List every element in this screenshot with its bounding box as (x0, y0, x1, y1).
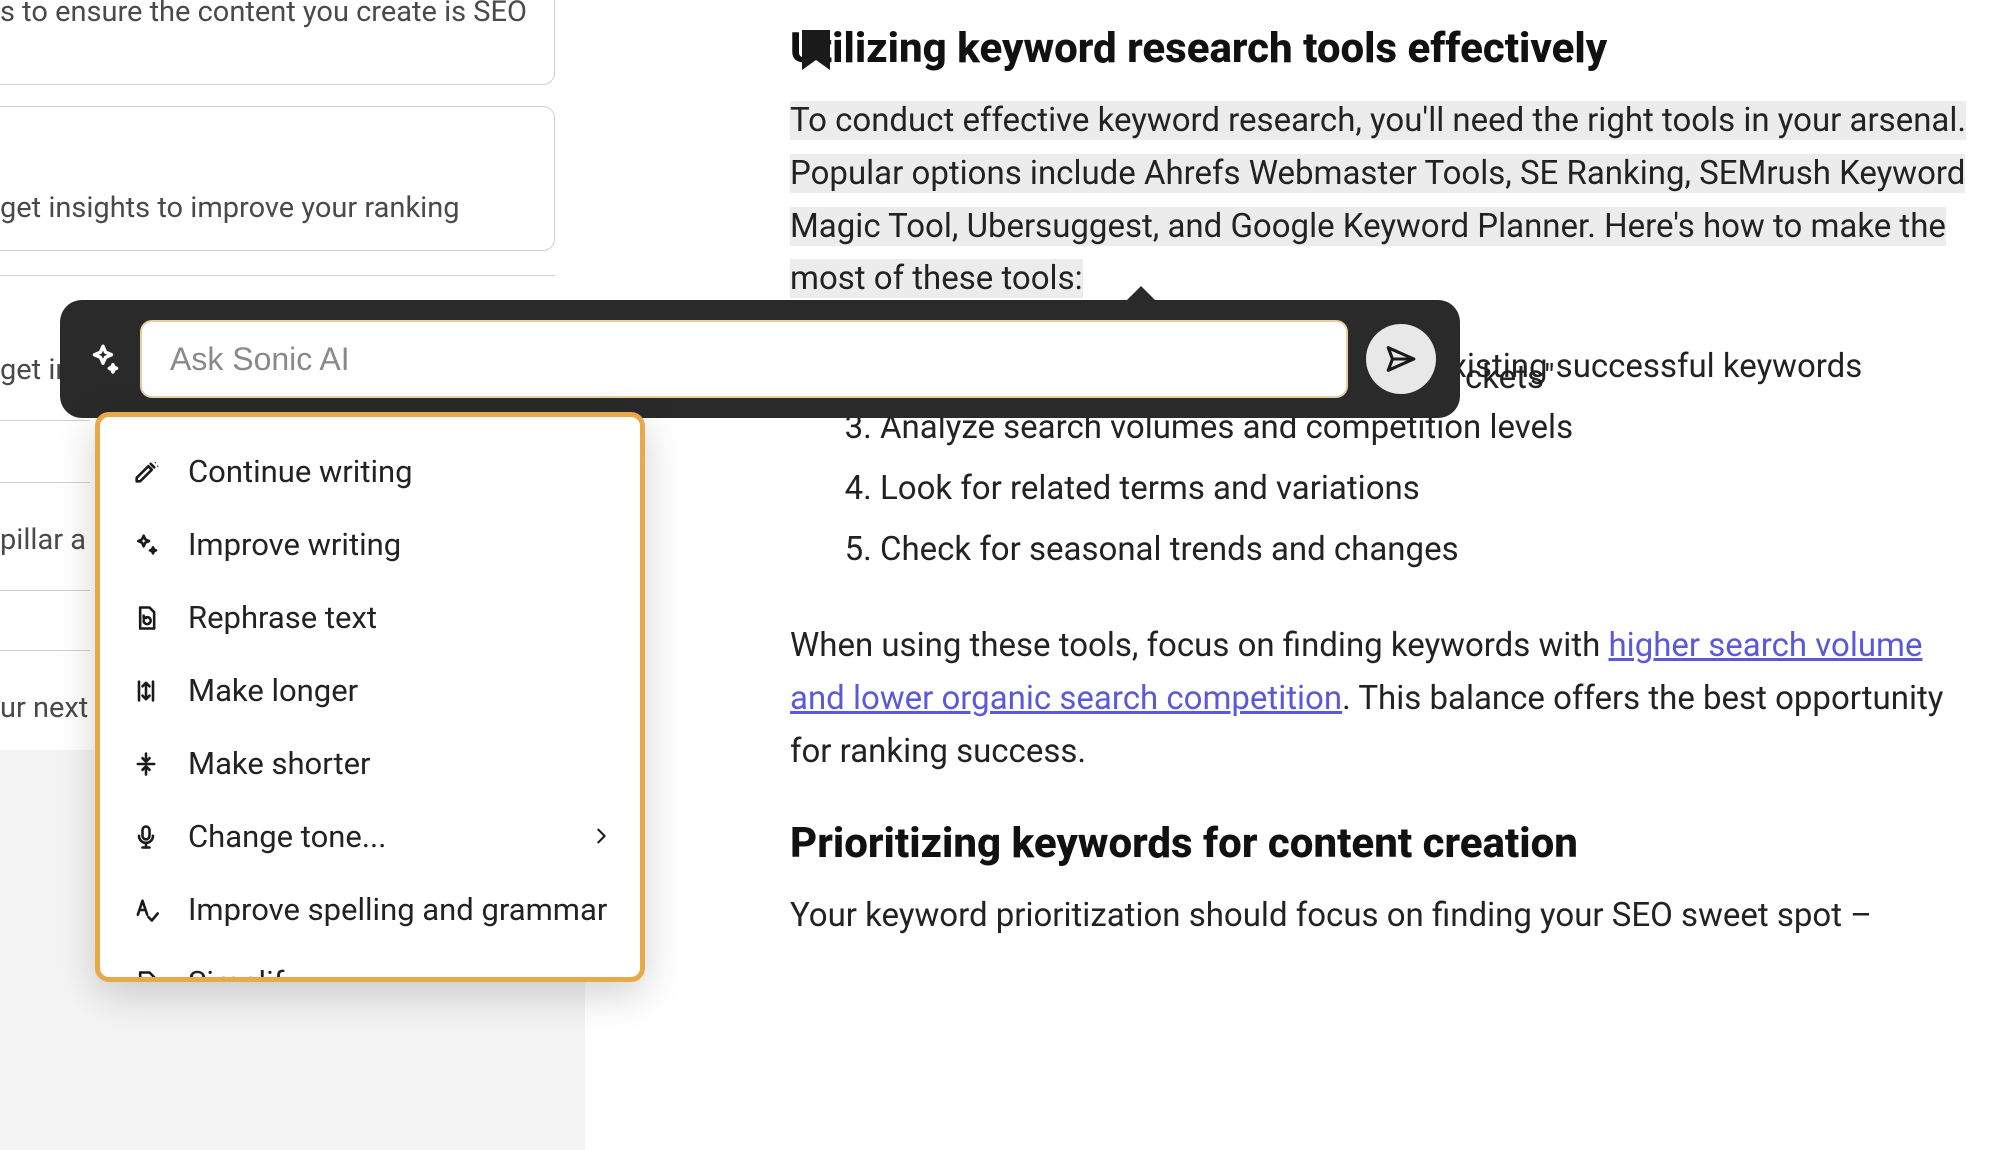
ai-input-wrap[interactable] (140, 320, 1348, 398)
ai-prompt-bar (60, 300, 1460, 418)
menu-change-tone[interactable]: Change tone... (100, 800, 640, 873)
menu-improve-writing[interactable]: Improve writing (100, 508, 640, 581)
menu-item-label: Improve writing (188, 526, 401, 563)
sidebar-divider (0, 650, 90, 651)
menu-rephrase-text[interactable]: Rephrase text (100, 581, 640, 654)
bookmark-icon (796, 28, 836, 80)
menu-item-label: Change tone... (188, 818, 386, 855)
section-heading: Prioritizing keywords for content creati… (790, 819, 1970, 868)
sidebar-divider (0, 482, 90, 483)
collapse-vertical-icon (130, 748, 162, 780)
menu-continue-writing[interactable]: Continue writing (100, 435, 640, 508)
microphone-icon (130, 821, 162, 853)
sidebar-card (0, 106, 555, 251)
menu-simplify[interactable]: Simplify (100, 946, 640, 982)
refresh-document-icon (130, 602, 162, 634)
sidebar-text-fragment: s to ensure the content you create is SE… (0, 0, 540, 33)
send-button[interactable] (1366, 324, 1436, 394)
menu-item-label: Rephrase text (188, 599, 377, 636)
selected-text[interactable]: To conduct effective keyword research, y… (790, 101, 1966, 298)
text-span: When using these tools, focus on finding… (790, 626, 1609, 665)
obscured-text-peek: ckets" (1465, 358, 1555, 397)
article-paragraph[interactable]: Your keyword prioritization should focus… (790, 890, 1970, 943)
menu-improve-grammar[interactable]: Improve spelling and grammar (100, 873, 640, 946)
article-body: Utilizing keyword research tools effecti… (790, 0, 1970, 973)
menu-item-label: Improve spelling and grammar (188, 891, 607, 928)
expand-vertical-icon (130, 675, 162, 707)
pencil-icon (130, 456, 162, 488)
menu-item-label: Make longer (188, 672, 358, 709)
menu-item-label: Continue writing (188, 453, 413, 490)
list-item[interactable]: Look for related terms and variations (880, 458, 1970, 519)
sidebar-text-fragment: pillar a (0, 520, 86, 561)
menu-make-longer[interactable]: Make longer (100, 654, 640, 727)
sidebar-divider (0, 420, 90, 421)
article-paragraph[interactable]: To conduct effective keyword research, y… (790, 95, 1970, 306)
menu-make-shorter[interactable]: Make shorter (100, 727, 640, 800)
list-item[interactable]: Check for seasonal trends and changes (880, 519, 1970, 580)
ai-input[interactable] (170, 341, 1318, 378)
sparkle-icon (130, 529, 162, 561)
sidebar-divider (0, 275, 555, 276)
send-icon (1384, 342, 1418, 376)
sidebar-text-fragment: ur next (0, 688, 88, 729)
spellcheck-icon (130, 894, 162, 926)
document-icon (130, 967, 162, 983)
ai-action-menu: Continue writing Improve writing Rephras… (95, 412, 645, 982)
menu-item-label: Simplify (188, 964, 299, 982)
menu-item-label: Make shorter (188, 745, 371, 782)
article-paragraph[interactable]: When using these tools, focus on finding… (790, 620, 1970, 778)
chevron-right-icon (590, 818, 612, 855)
sparkle-icon (84, 340, 122, 378)
sidebar-text-fragment: get insights to improve your ranking (0, 188, 540, 229)
sidebar-divider (0, 590, 90, 591)
section-heading: Utilizing keyword research tools effecti… (790, 24, 1970, 73)
